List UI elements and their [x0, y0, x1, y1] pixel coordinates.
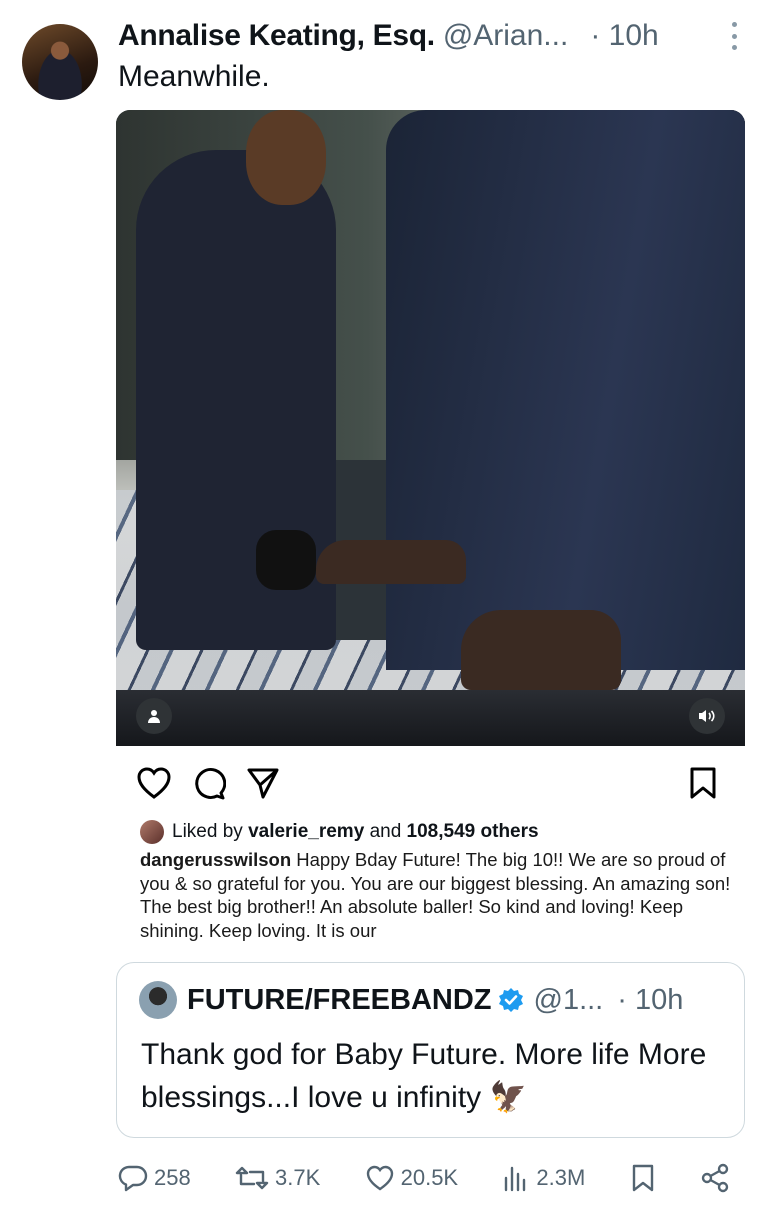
- bookmark-outline-icon: [632, 1164, 653, 1192]
- bookmark-icon[interactable]: [689, 766, 717, 800]
- views-chart-icon: [505, 1166, 526, 1192]
- quoted-author-name[interactable]: FUTURE/FREEBANDZ: [187, 984, 492, 1017]
- photo-shoe: [256, 530, 316, 590]
- liked-by-row[interactable]: Liked by valerie_remy and 108,549 others: [140, 820, 539, 844]
- repost-count: 3.7K: [275, 1165, 321, 1190]
- reply-button[interactable]: 258: [118, 1164, 191, 1192]
- liked-by-count[interactable]: 108,549 others: [407, 821, 539, 843]
- comment-icon[interactable]: [192, 766, 226, 800]
- repost-icon: [235, 1166, 269, 1190]
- quoted-author-avatar[interactable]: [139, 981, 177, 1019]
- quoted-tweet-header: FUTURE/FREEBANDZ @1... · 10h: [187, 981, 683, 1019]
- tweet-header: Annalise Keating, Esq. @Arian... · 10h: [118, 16, 738, 56]
- liked-by-middle: and: [369, 821, 402, 842]
- share-icon[interactable]: [246, 766, 280, 800]
- more-options-icon[interactable]: [730, 22, 738, 50]
- person-icon: [148, 710, 160, 723]
- photo-man: [386, 110, 745, 670]
- author-avatar[interactable]: [22, 24, 98, 100]
- user-tag-button[interactable]: [136, 698, 172, 734]
- author-handle[interactable]: @Arian...: [443, 19, 569, 53]
- post-time[interactable]: · 10h: [590, 19, 658, 53]
- photo-shoe: [461, 610, 621, 690]
- engagement-bar: 258 3.7K 20.5K 2.3M: [118, 1158, 730, 1198]
- like-heart-icon: [366, 1165, 393, 1191]
- instagram-actions: [136, 766, 280, 800]
- tweet-text: Meanwhile.: [118, 60, 270, 93]
- share-button[interactable]: [700, 1163, 730, 1193]
- liked-by-prefix: Liked by: [172, 821, 243, 842]
- author-name[interactable]: Annalise Keating, Esq.: [118, 19, 435, 53]
- speaker-icon: [699, 710, 715, 722]
- views-button[interactable]: 2.3M: [502, 1164, 585, 1192]
- quoted-tweet[interactable]: FUTURE/FREEBANDZ @1... · 10h Thank god f…: [116, 962, 745, 1138]
- like-button[interactable]: 20.5K: [365, 1164, 459, 1192]
- quoted-post-time[interactable]: · 10h: [617, 984, 683, 1017]
- reply-count: 258: [154, 1165, 191, 1190]
- like-count: 20.5K: [400, 1165, 459, 1190]
- caption-username[interactable]: dangerusswilson: [140, 849, 291, 870]
- photo-boy-head: [246, 110, 326, 205]
- quoted-author-handle[interactable]: @1...: [534, 984, 604, 1017]
- instagram-post-panel: Liked by valerie_remy and 108,549 others…: [116, 746, 745, 946]
- instagram-caption: dangerusswilson Happy Bday Future! The b…: [140, 848, 740, 942]
- quoted-tweet-text: Thank god for Baby Future. More life Mor…: [141, 1038, 707, 1114]
- share-nodes-icon: [701, 1163, 729, 1193]
- bookmark-button[interactable]: [630, 1163, 656, 1193]
- embedded-video[interactable]: [116, 110, 745, 746]
- liker-avatar: [140, 820, 164, 844]
- view-count: 2.3M: [536, 1165, 586, 1190]
- repost-button[interactable]: 3.7K: [235, 1164, 320, 1192]
- reply-icon: [118, 1165, 148, 1192]
- verified-badge-icon: [498, 987, 524, 1013]
- liked-by-user[interactable]: valerie_remy: [248, 821, 364, 843]
- volume-button[interactable]: [689, 698, 725, 734]
- photo-shoe: [316, 540, 466, 584]
- heart-icon[interactable]: [136, 766, 172, 800]
- video-control-bar: [116, 690, 745, 746]
